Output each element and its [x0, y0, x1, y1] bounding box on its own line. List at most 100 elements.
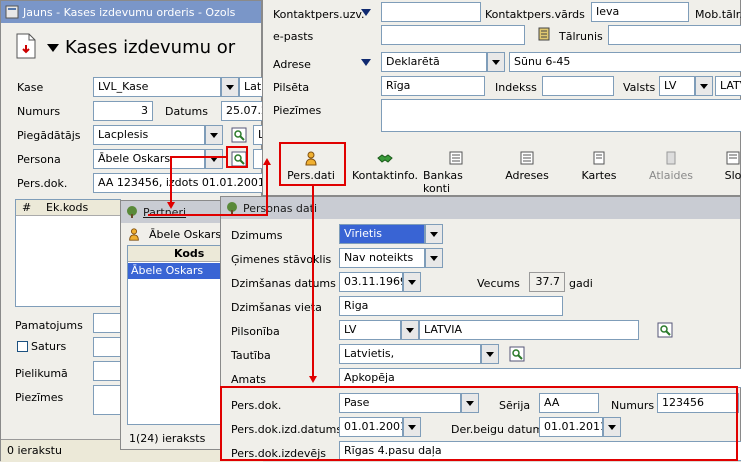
chevron-down-icon[interactable]: [481, 344, 499, 364]
pielikuma-field[interactable]: [93, 361, 123, 381]
chevron-down-icon[interactable]: [403, 417, 421, 437]
persdok-field[interactable]: AA 123456, izdots 01.01.2001.Riga: [93, 173, 273, 193]
tree-icon: [227, 202, 237, 214]
grid-col-ekkods[interactable]: Ek.kods: [46, 201, 88, 214]
kontaktpers-uzv-field[interactable]: [381, 2, 481, 22]
der-beigu-picker[interactable]: 01.01.2011: [539, 417, 621, 437]
toolbar-button-slo[interactable]: Slo: [713, 150, 741, 182]
personas-title-bar[interactable]: Personas dati: [221, 197, 740, 219]
izd-datums-picker[interactable]: 01.01.2001: [339, 417, 421, 437]
vecums-field: 37.7: [529, 272, 565, 292]
lookup-icon[interactable]: [231, 127, 247, 143]
datums-label: Datums: [165, 105, 208, 118]
tautiba-label: Tautība: [231, 349, 271, 362]
toolbar-button-kontaktinfo[interactable]: Kontaktinfo.: [352, 150, 418, 182]
pielikuma-label: Pielikumā: [15, 367, 68, 380]
adrese-field[interactable]: Sūnu 6-45: [509, 52, 741, 72]
discount-icon: [666, 151, 676, 165]
valsts-select[interactable]: LV: [659, 76, 713, 96]
indekss-label: Indekss: [495, 81, 537, 94]
saturs-checkbox[interactable]: [17, 341, 28, 352]
izdevejs-label: Pers.dok.izdevējs: [231, 447, 326, 460]
gimenes-select[interactable]: Nav noteikts: [339, 248, 443, 268]
heading-dropdown-icon[interactable]: [47, 44, 59, 52]
partneri-col-kods[interactable]: Kods: [174, 247, 204, 260]
piegadatajs-select[interactable]: Lacplesis: [93, 125, 223, 145]
numurs-label: Numurs: [17, 105, 61, 118]
pilsoniba-name-field[interactable]: LATVIA: [419, 320, 639, 340]
adrese-label: Adrese: [273, 58, 311, 71]
cards-icon: [593, 151, 605, 165]
dzimums-select[interactable]: Vīrietis: [339, 224, 443, 244]
pilseta-field[interactable]: Rīga: [381, 76, 485, 96]
annotation-line: [170, 156, 172, 202]
valsts-label: Valsts: [623, 81, 656, 94]
tautiba-select[interactable]: Latvietis,: [339, 344, 499, 364]
chevron-down-icon[interactable]: [461, 393, 479, 413]
partneri-status: 1(24) ieraksts: [129, 432, 206, 445]
chevron-down-icon[interactable]: [401, 320, 419, 340]
valsts-name-field[interactable]: LATV: [715, 76, 741, 96]
chevron-down-icon[interactable]: [403, 272, 421, 292]
talrunis-label: Tālrunis: [559, 30, 603, 43]
persona-lookup-icon[interactable]: [231, 151, 247, 167]
chevron-down-icon[interactable]: [603, 417, 621, 437]
chevron-down-icon[interactable]: [487, 52, 505, 72]
indekss-field[interactable]: [542, 76, 614, 96]
amats-field[interactable]: Apkopēja: [339, 368, 741, 388]
dzimsanas-datums-picker[interactable]: 03.11.1969: [339, 272, 421, 292]
der-beigu-label: Der.beigu datums: [451, 423, 549, 436]
chevron-down-icon[interactable]: [425, 248, 443, 268]
list-icon: [520, 151, 534, 165]
persdok-select[interactable]: Pase: [339, 393, 479, 413]
chevron-down-icon[interactable]: [695, 76, 713, 96]
partneri-row-name: Ābele Oskars: [131, 264, 204, 277]
toolbar-button-persdati[interactable]: Pers.dati: [283, 150, 339, 182]
toolbar-button-bankas[interactable]: Bankas konti: [423, 150, 489, 195]
items-grid[interactable]: # Ek.kods: [15, 199, 121, 307]
partneri-grid[interactable]: Kods Ābele Oskars: [127, 245, 225, 425]
talrunis-field[interactable]: [608, 25, 741, 45]
numurs-field[interactable]: 3: [93, 101, 153, 121]
list-icon: [449, 151, 463, 165]
epasts-field[interactable]: [381, 25, 525, 45]
chevron-down-icon[interactable]: [425, 224, 443, 244]
app-icon: [5, 5, 19, 19]
personas-title: Personas dati: [243, 201, 318, 215]
pilsoniba-select[interactable]: LV: [339, 320, 419, 340]
dzimsanas-vieta-field[interactable]: Riga: [339, 296, 563, 316]
toolbar-label: Kartes: [581, 169, 617, 182]
piezimes-contact-field[interactable]: [381, 99, 741, 132]
document-icon: [16, 33, 36, 59]
toolbar-button-adreses[interactable]: Adreses: [499, 150, 555, 182]
persona-select[interactable]: Ābele Oskars: [93, 149, 223, 169]
kase-label: Kase: [17, 81, 44, 94]
pilsoniba-lookup-icon[interactable]: [657, 322, 673, 338]
persona-label: Persona: [17, 153, 61, 166]
serija-field[interactable]: AA: [539, 393, 599, 413]
pamatojums-field[interactable]: [93, 313, 123, 333]
person-icon: [129, 228, 139, 241]
kontaktpers-vards-label: Kontaktpers.vārds: [485, 8, 585, 21]
saturs-field[interactable]: [93, 337, 123, 357]
kontaktpers-vards-field[interactable]: Ieva: [591, 2, 689, 22]
numurs-doc-field[interactable]: 123456: [657, 393, 739, 413]
chevron-down-icon[interactable]: [205, 149, 223, 169]
persdok-label: Pers.dok.: [17, 177, 68, 190]
mob-label: Mob.tālr.: [695, 8, 741, 21]
toolbar-label: Bankas konti: [423, 169, 463, 195]
piezimes-field[interactable]: [93, 385, 123, 415]
main-title-bar[interactable]: Jauns - Kases izdevumu orderis - Ozols: [1, 1, 261, 23]
tautiba-lookup-icon[interactable]: [509, 346, 525, 362]
epasts-label: e-pasts: [273, 30, 314, 43]
grid-col-number[interactable]: #: [22, 201, 31, 214]
chevron-down-icon[interactable]: [205, 125, 223, 145]
kase-select[interactable]: LVL_Kase: [93, 77, 239, 97]
adrese-type-select[interactable]: Deklarētā: [381, 52, 505, 72]
toolbar-button-atlaides[interactable]: Atlaides: [643, 150, 699, 182]
pilseta-label: Pilsēta: [273, 81, 310, 94]
chevron-down-icon[interactable]: [221, 77, 239, 97]
izdevejs-field[interactable]: Rīgas 4.pasu daļa: [339, 441, 741, 461]
toolbar-button-kartes[interactable]: Kartes: [571, 150, 627, 182]
dzimsanas-datums-value: 03.11.1969: [339, 272, 403, 292]
